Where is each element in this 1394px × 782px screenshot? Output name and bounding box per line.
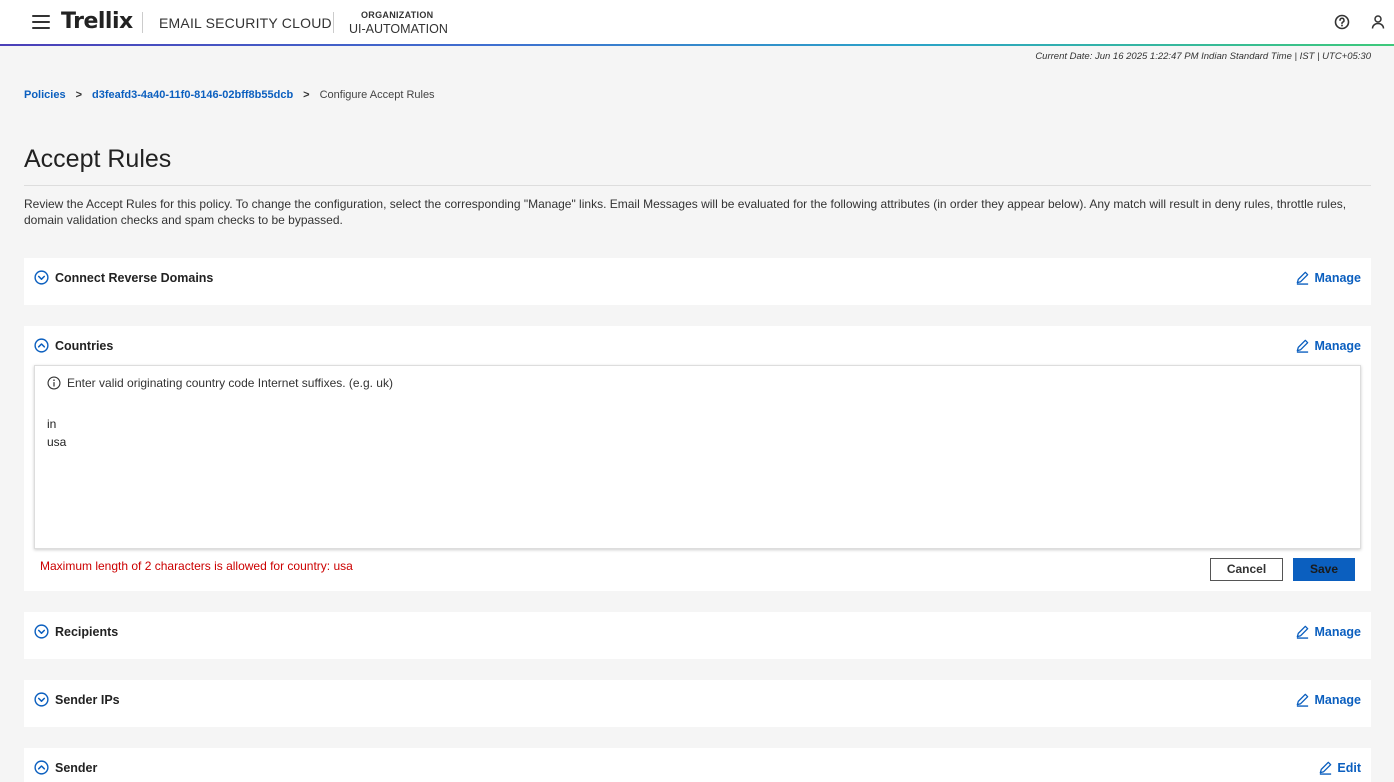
breadcrumb-current: Configure Accept Rules [319, 89, 435, 101]
chevron-down-icon[interactable] [34, 692, 49, 707]
countries-value[interactable]: in usa [47, 415, 66, 451]
chevron-up-icon[interactable] [34, 338, 49, 353]
header-divider [333, 12, 334, 33]
manage-link-label: Manage [1314, 624, 1361, 639]
countries-textarea[interactable]: Enter valid originating country code Int… [34, 365, 1361, 549]
breadcrumb-separator: > [75, 89, 83, 101]
organization-label: ORGANIZATION [361, 10, 434, 20]
organization-name[interactable]: UI-AUTOMATION [349, 22, 448, 36]
manage-link-label: Manage [1314, 692, 1361, 707]
validation-error: Maximum length of 2 characters is allowe… [40, 559, 353, 573]
page-description: Review the Accept Rules for this policy.… [24, 197, 1347, 227]
top-bar: Trellix EMAIL SECURITY CLOUD ORGANIZATIO… [0, 0, 1394, 44]
page-title: Accept Rules [24, 145, 172, 173]
header-divider [142, 12, 143, 33]
countries-hint-text: Enter valid originating country code Int… [67, 376, 393, 390]
product-name: EMAIL SECURITY CLOUD [159, 15, 332, 31]
manage-link[interactable]: Manage [1295, 624, 1361, 639]
menu-icon[interactable] [32, 15, 50, 29]
section-sender-ips: Sender IPs Manage [24, 680, 1371, 727]
pencil-icon [1297, 339, 1309, 353]
section-title[interactable]: Sender IPs [55, 693, 120, 707]
manage-link-label: Manage [1314, 338, 1361, 353]
save-button[interactable]: Save [1293, 558, 1355, 581]
manage-link-label: Manage [1314, 270, 1361, 285]
current-date: Current Date: Jun 16 2025 1:22:47 PM Ind… [1035, 51, 1371, 62]
section-title[interactable]: Connect Reverse Domains [55, 271, 213, 285]
breadcrumb-policies-link[interactable]: Policies [24, 89, 66, 101]
pencil-icon [1297, 625, 1309, 639]
help-icon[interactable] [1334, 14, 1350, 30]
manage-link[interactable]: Manage [1295, 270, 1361, 285]
section-recipients: Recipients Manage [24, 612, 1371, 659]
manage-link[interactable]: Manage [1295, 338, 1361, 353]
chevron-down-icon[interactable] [34, 270, 49, 285]
section-sender: Sender Edit [24, 748, 1371, 782]
cancel-button[interactable]: Cancel [1210, 558, 1283, 581]
section-title[interactable]: Countries [55, 339, 113, 353]
edit-link-label: Edit [1337, 760, 1361, 775]
header-accent-line [0, 44, 1394, 46]
info-icon [47, 376, 61, 390]
section-connect-reverse-domains: Connect Reverse Domains Manage [24, 258, 1371, 305]
pencil-icon [1297, 693, 1309, 707]
pencil-icon [1297, 271, 1309, 285]
user-icon[interactable] [1370, 14, 1386, 30]
breadcrumb-separator: > [303, 89, 310, 101]
countries-hint: Enter valid originating country code Int… [47, 376, 393, 390]
chevron-up-icon[interactable] [34, 760, 49, 775]
trellix-logo[interactable]: Trellix [61, 9, 133, 34]
pencil-icon [1320, 761, 1332, 775]
section-title[interactable]: Sender [55, 761, 97, 775]
breadcrumb: Policies > d3feafd3-4a40-11f0-8146-02bff8b… [24, 89, 435, 101]
title-divider [24, 185, 1371, 186]
chevron-down-icon[interactable] [34, 624, 49, 639]
manage-link[interactable]: Manage [1295, 692, 1361, 707]
breadcrumb-policy-link[interactable]: d3feafd3-4a40-11f0-8146-02bff8b55dcb [92, 89, 293, 101]
section-title[interactable]: Recipients [55, 625, 118, 639]
edit-link[interactable]: Edit [1318, 760, 1361, 775]
